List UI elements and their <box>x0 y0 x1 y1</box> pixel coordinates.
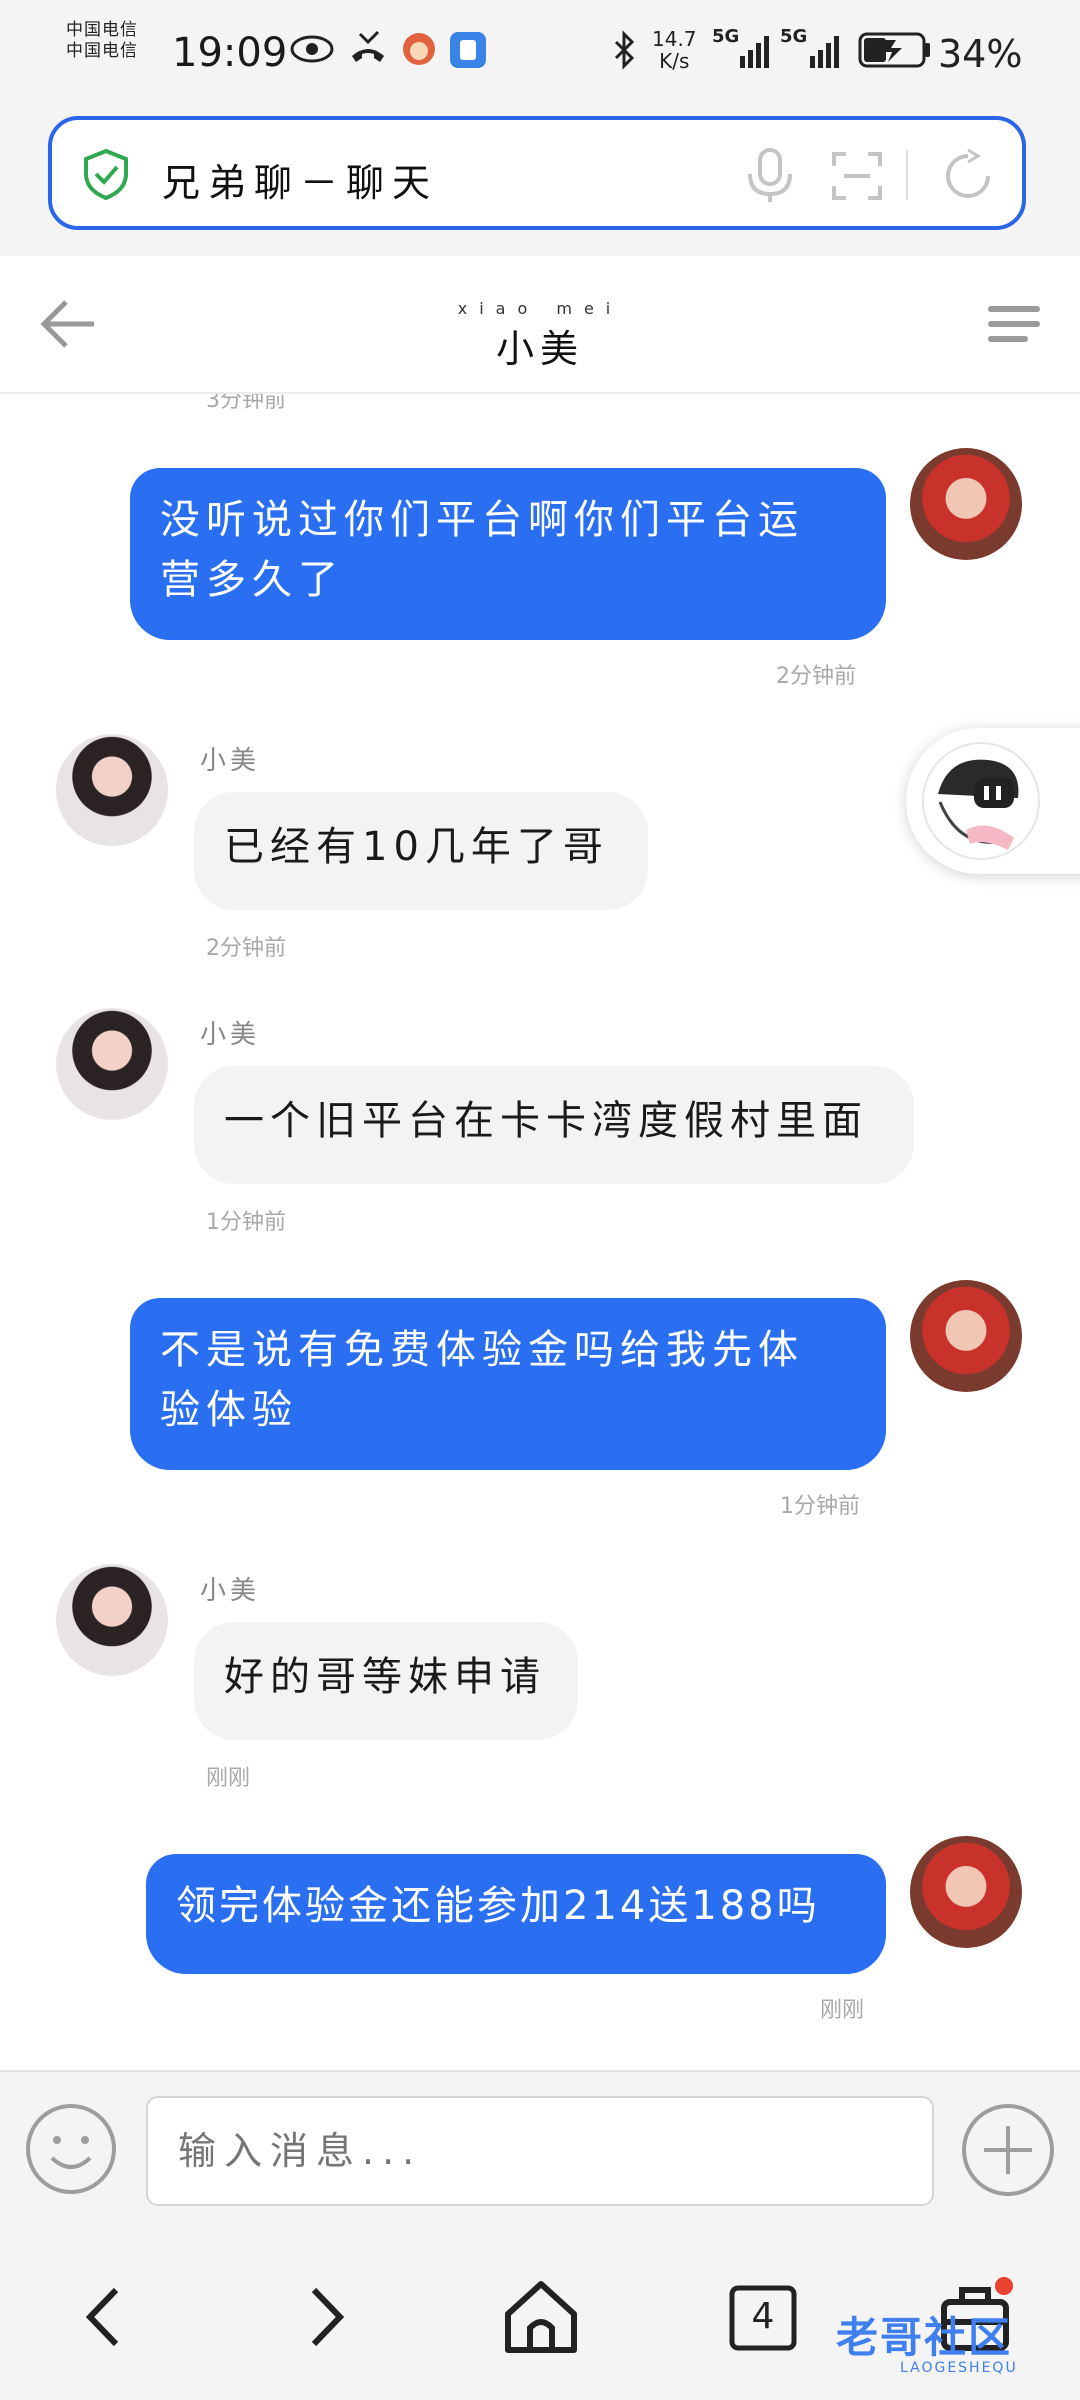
notes-app-icon <box>450 32 486 68</box>
battery-percent: 34% <box>938 32 1023 76</box>
avatar[interactable] <box>56 1008 168 1120</box>
message-timestamp: 1分钟前 <box>206 1210 286 1235</box>
avatar[interactable] <box>910 1280 1022 1392</box>
emoji-icon[interactable] <box>24 2102 118 2196</box>
tab-count: 4 <box>751 2296 775 2337</box>
net-speed-unit: K/s <box>659 49 690 73</box>
microphone-icon[interactable] <box>744 148 796 204</box>
message-timestamp: 1分钟前 <box>780 1494 860 1519</box>
battery-charging-icon <box>858 32 930 68</box>
clock: 19:09 <box>172 30 288 76</box>
message-text-line: 没听说过你们平台啊你们平台运 <box>160 497 804 543</box>
message-timestamp: 3分钟前 <box>206 394 286 413</box>
message-text-line: 营多久了 <box>160 557 344 603</box>
message-bubble-out[interactable]: 领完体验金还能参加214送188吗 <box>146 1854 886 1974</box>
message-text: 一个旧平台在卡卡湾度假村里面 <box>224 1098 868 1144</box>
floating-assistant-button[interactable] <box>906 728 1080 874</box>
home-icon[interactable] <box>496 2272 586 2362</box>
avatar[interactable] <box>56 734 168 846</box>
watermark-logo: 老哥社区 <box>836 2313 1013 2362</box>
carrier-1: 中国电信 <box>66 20 138 40</box>
status-bar: 中国电信 中国电信 19:09 14.7 K/s 5G 5G 34% <box>0 0 1080 110</box>
message-bubble-out[interactable]: 没听说过你们平台啊你们平台运 营多久了 <box>130 468 886 640</box>
contact-name: 小美 <box>495 327 584 371</box>
avatar[interactable] <box>910 448 1022 560</box>
avatar[interactable] <box>56 1564 168 1676</box>
watermark-subtext: LAOGESHEQU <box>900 2360 1018 2376</box>
sender-name: 小美 <box>200 1576 261 1606</box>
missed-call-icon <box>352 30 384 62</box>
divider <box>906 150 908 200</box>
signal-icon <box>810 36 839 68</box>
carrier-label: 中国电信 中国电信 <box>66 20 162 62</box>
net-speed-value: 14.7 <box>652 27 697 51</box>
contact-title: xiao mei 小美 <box>0 300 1080 373</box>
message-text: 领完体验金还能参加214送188吗 <box>176 1883 820 1929</box>
sender-name: 小美 <box>200 746 261 776</box>
message-text: 已经有10几年了哥 <box>224 824 609 870</box>
message-bubble-in[interactable]: 一个旧平台在卡卡湾度假村里面 <box>194 1066 914 1184</box>
message-input[interactable] <box>146 2096 934 2206</box>
message-bubble-in[interactable]: 好的哥等妹申请 <box>194 1622 578 1740</box>
signal-icon <box>740 36 769 68</box>
message-text: 好的哥等妹申请 <box>224 1654 546 1700</box>
message-input-bar <box>0 2070 1080 2234</box>
message-timestamp: 刚刚 <box>206 1766 251 1791</box>
message-text-line: 验体验 <box>160 1387 298 1433</box>
carrier-2: 中国电信 <box>66 41 138 61</box>
forward-arrow-icon[interactable] <box>280 2272 370 2362</box>
message-timestamp: 刚刚 <box>820 1998 865 2023</box>
bluetooth-icon <box>614 30 635 70</box>
chat-header: xiao mei 小美 <box>0 256 1080 394</box>
net-speed: 14.7 K/s <box>652 28 697 72</box>
message-bubble-out[interactable]: 不是说有免费体验金吗给我先体 验体验 <box>130 1298 886 1470</box>
browser-toolbar: 兄弟聊－聊天 <box>0 110 1080 256</box>
message-text-line: 不是说有免费体验金吗给我先体 <box>160 1327 804 1373</box>
back-arrow-icon[interactable] <box>60 2272 150 2362</box>
assistant-mascot-icon <box>922 742 1040 860</box>
refresh-icon[interactable] <box>940 148 996 204</box>
plus-icon[interactable] <box>960 2102 1056 2198</box>
eye-icon <box>290 35 334 63</box>
sender-name: 小美 <box>200 1020 261 1050</box>
page-title: 兄弟聊－聊天 <box>162 161 439 205</box>
contact-title-pinyin: xiao mei <box>457 299 623 318</box>
tabs-button[interactable]: 4 <box>718 2272 808 2362</box>
message-bubble-in[interactable]: 已经有10几年了哥 <box>194 792 648 910</box>
avatar[interactable] <box>910 1836 1022 1948</box>
menu-icon[interactable] <box>986 302 1042 346</box>
message-list[interactable]: 3分钟前 没听说过你们平台啊你们平台运 营多久了 2分钟前 小美 已经有10几年… <box>0 394 1080 2070</box>
address-bar[interactable]: 兄弟聊－聊天 <box>48 116 1026 230</box>
scan-icon[interactable] <box>832 152 882 200</box>
message-timestamp: 2分钟前 <box>776 664 856 689</box>
app-avatar-icon <box>403 33 435 65</box>
message-timestamp: 2分钟前 <box>206 936 286 961</box>
shield-check-icon <box>84 148 128 200</box>
